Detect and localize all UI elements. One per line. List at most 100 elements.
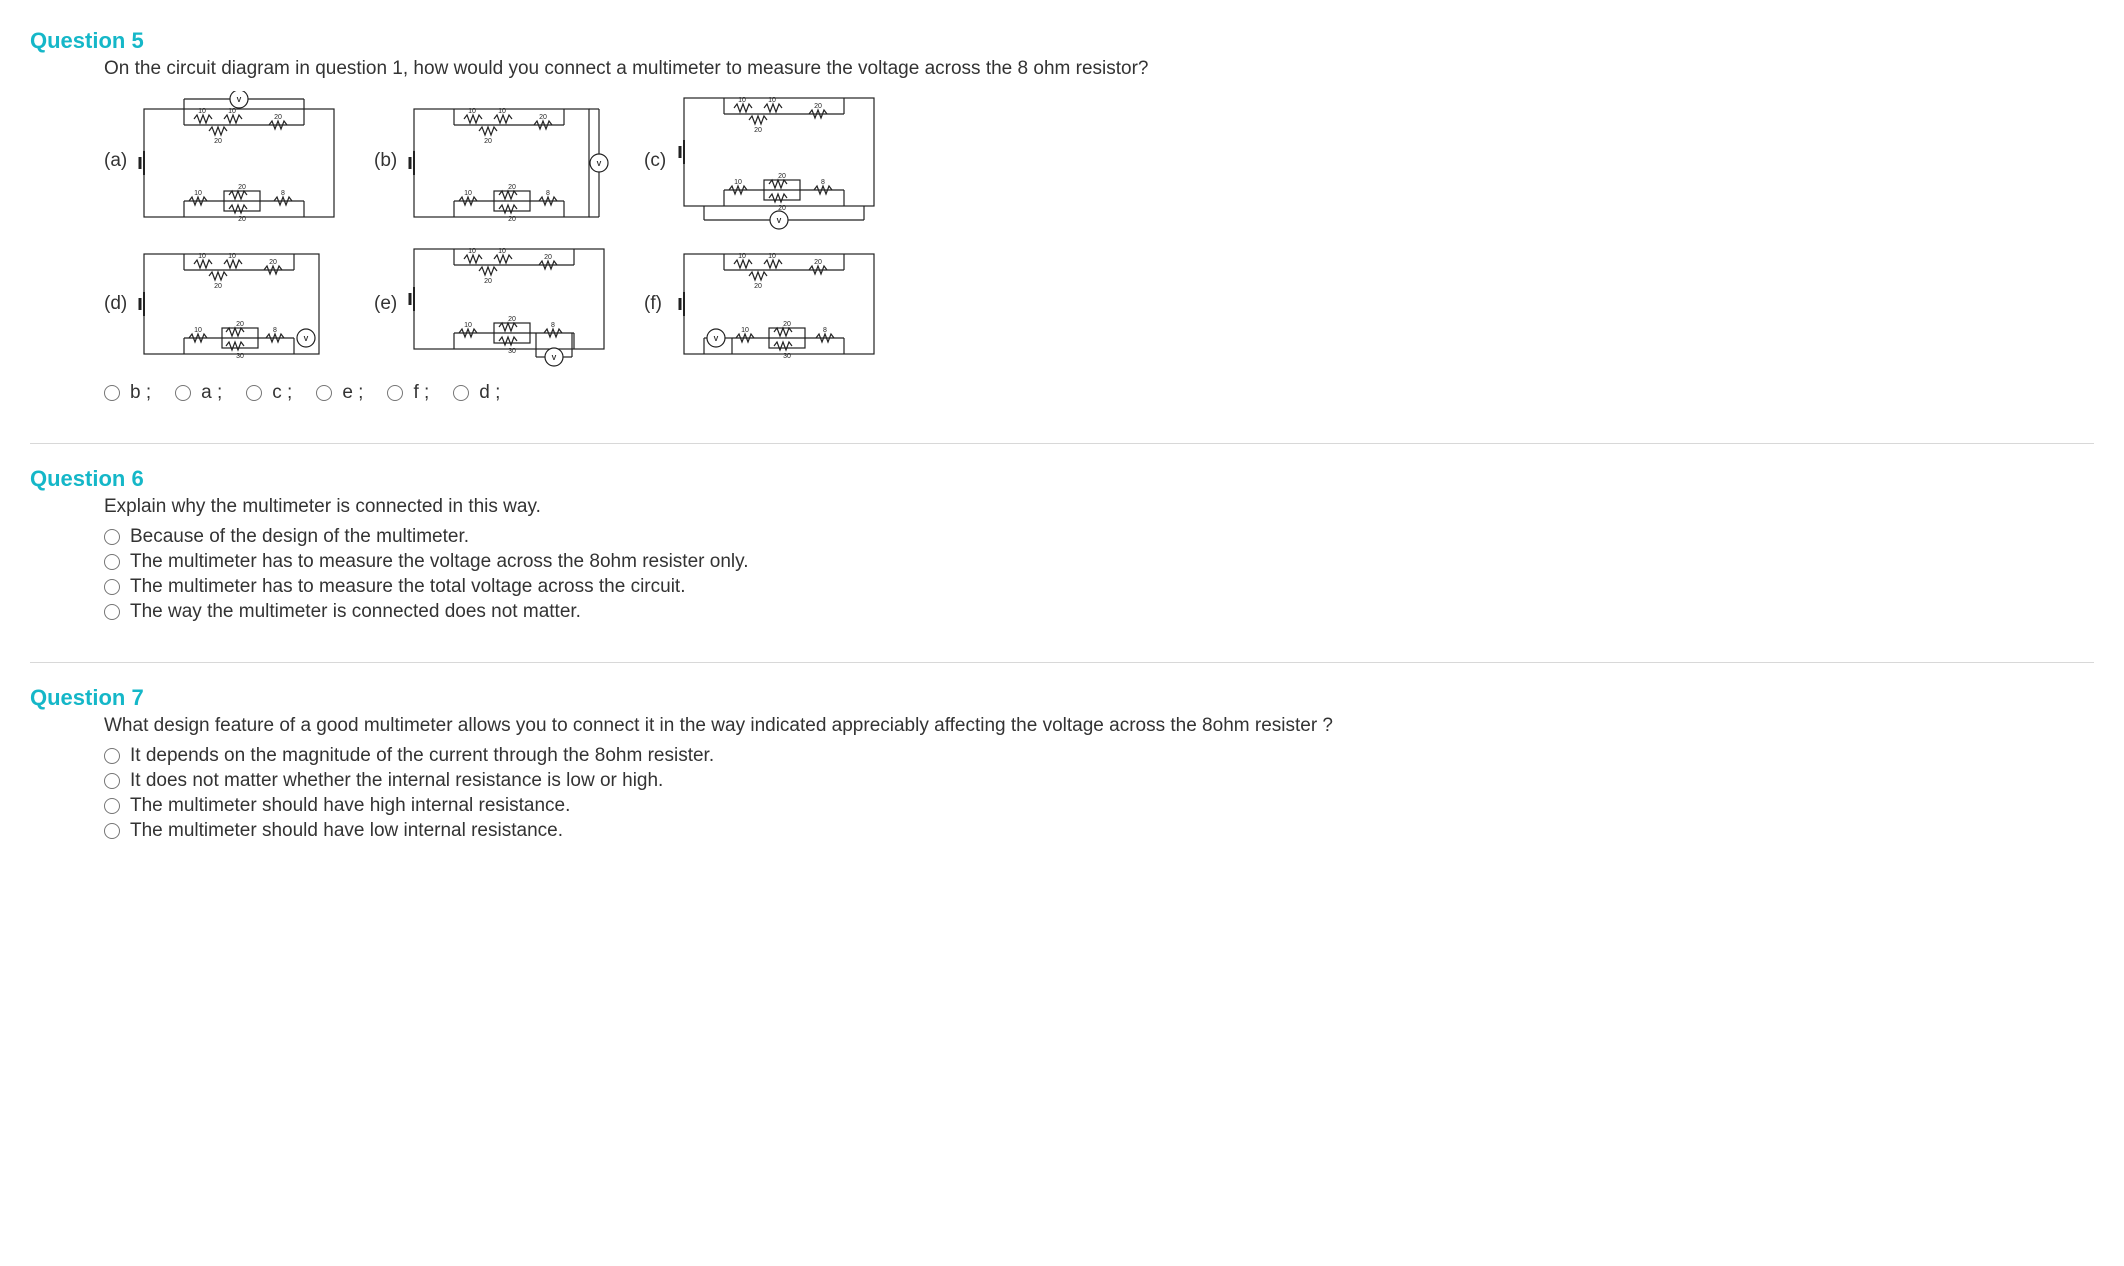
- svg-text:10: 10: [498, 248, 506, 255]
- option-label: The multimeter has to measure the voltag…: [130, 551, 748, 573]
- option-row[interactable]: The multimeter should have low internal …: [104, 820, 2094, 842]
- radio-input[interactable]: [104, 554, 120, 570]
- svg-text:20: 20: [539, 114, 547, 121]
- svg-text:20: 20: [508, 216, 516, 223]
- question-5: Question 5 On the circuit diagram in que…: [30, 20, 2094, 437]
- svg-text:8: 8: [546, 190, 550, 197]
- option-label: e ;: [342, 382, 363, 404]
- radio-input[interactable]: [246, 385, 262, 401]
- option-a[interactable]: a ;: [175, 382, 222, 404]
- option-row[interactable]: The multimeter has to measure the total …: [104, 576, 2094, 598]
- circuit-diagram-b: 1010 2020 10 2020 8 V: [404, 91, 614, 231]
- svg-text:V: V: [237, 97, 242, 104]
- circuit-diagram-a: 1010 20 20 10 20 20 8 V: [134, 91, 344, 231]
- question-title: Question 5: [30, 28, 2094, 54]
- diagram-label-e: (e): [374, 293, 404, 315]
- svg-text:10: 10: [198, 108, 206, 115]
- svg-text:8: 8: [821, 179, 825, 186]
- radio-input[interactable]: [104, 823, 120, 839]
- svg-text:20: 20: [238, 184, 246, 191]
- option-label: It does not matter whether the internal …: [130, 770, 663, 792]
- option-row[interactable]: The way the multimeter is connected does…: [104, 601, 2094, 623]
- svg-text:20: 20: [508, 316, 516, 323]
- svg-text:10: 10: [228, 108, 236, 115]
- svg-text:10: 10: [464, 190, 472, 197]
- radio-input[interactable]: [175, 385, 191, 401]
- radio-input[interactable]: [316, 385, 332, 401]
- svg-text:10: 10: [738, 253, 746, 260]
- option-row[interactable]: The multimeter has to measure the voltag…: [104, 551, 2094, 573]
- option-d[interactable]: d ;: [453, 382, 500, 404]
- svg-text:20: 20: [269, 259, 277, 266]
- radio-input[interactable]: [387, 385, 403, 401]
- option-row[interactable]: The multimeter should have high internal…: [104, 795, 2094, 817]
- svg-text:V: V: [304, 336, 309, 343]
- svg-text:20: 20: [484, 278, 492, 285]
- question-title: Question 7: [30, 685, 2094, 711]
- question-7: Question 7 What design feature of a good…: [30, 662, 2094, 875]
- svg-text:V: V: [714, 336, 719, 343]
- svg-text:20: 20: [214, 283, 222, 290]
- diagram-row: (d): [104, 239, 2094, 369]
- option-label: The multimeter has to measure the total …: [130, 576, 685, 598]
- option-label: b ;: [130, 382, 151, 404]
- circuit-diagram-c: 1010 2020 10 2020 8 V: [674, 88, 884, 233]
- option-label: a ;: [201, 382, 222, 404]
- svg-text:10: 10: [194, 190, 202, 197]
- option-c[interactable]: c ;: [246, 382, 292, 404]
- q7-options: It depends on the magnitude of the curre…: [104, 745, 2094, 842]
- svg-text:10: 10: [738, 97, 746, 104]
- radio-input[interactable]: [453, 385, 469, 401]
- diagram-label-b: (b): [374, 150, 404, 172]
- radio-input[interactable]: [104, 579, 120, 595]
- diagram-row: (a): [104, 88, 2094, 233]
- svg-text:30: 30: [783, 353, 791, 360]
- option-row[interactable]: Because of the design of the multimeter.: [104, 526, 2094, 548]
- option-label: The way the multimeter is connected does…: [130, 601, 581, 623]
- question-body: On the circuit diagram in question 1, ho…: [104, 58, 2094, 407]
- option-row[interactable]: It depends on the magnitude of the curre…: [104, 745, 2094, 767]
- diagram-label-c: (c): [644, 150, 674, 172]
- svg-text:10: 10: [768, 253, 776, 260]
- radio-input[interactable]: [104, 529, 120, 545]
- question-prompt: Explain why the multimeter is connected …: [104, 496, 2094, 518]
- svg-text:10: 10: [468, 248, 476, 255]
- svg-text:20: 20: [274, 114, 282, 121]
- radio-input[interactable]: [104, 604, 120, 620]
- question-body: Explain why the multimeter is connected …: [104, 496, 2094, 623]
- question-title: Question 6: [30, 466, 2094, 492]
- option-label: Because of the design of the multimeter.: [130, 526, 469, 548]
- svg-text:10: 10: [194, 327, 202, 334]
- svg-text:20: 20: [814, 259, 822, 266]
- option-row[interactable]: It does not matter whether the internal …: [104, 770, 2094, 792]
- question-prompt: What design feature of a good multimeter…: [104, 715, 2094, 737]
- svg-text:20: 20: [544, 254, 552, 261]
- svg-text:20: 20: [754, 127, 762, 134]
- svg-text:10: 10: [498, 108, 506, 115]
- svg-text:20: 20: [508, 184, 516, 191]
- svg-text:10: 10: [741, 327, 749, 334]
- question-body: What design feature of a good multimeter…: [104, 715, 2094, 842]
- option-label: c ;: [272, 382, 292, 404]
- question-6: Question 6 Explain why the multimeter is…: [30, 443, 2094, 656]
- option-b[interactable]: b ;: [104, 382, 151, 404]
- radio-input[interactable]: [104, 748, 120, 764]
- svg-text:20: 20: [778, 173, 786, 180]
- svg-text:20: 20: [214, 138, 222, 145]
- radio-input[interactable]: [104, 798, 120, 814]
- option-label: The multimeter should have low internal …: [130, 820, 563, 842]
- option-label: It depends on the magnitude of the curre…: [130, 745, 714, 767]
- radio-input[interactable]: [104, 385, 120, 401]
- circuit-diagram-e: 1010 2020 10 2030 8 V: [404, 239, 614, 369]
- radio-input[interactable]: [104, 773, 120, 789]
- option-label: The multimeter should have high internal…: [130, 795, 570, 817]
- diagram-label-d: (d): [104, 293, 134, 315]
- svg-text:20: 20: [783, 321, 791, 328]
- q5-options: b ; a ; c ; e ; f ; d ;: [104, 379, 2094, 407]
- option-e[interactable]: e ;: [316, 382, 363, 404]
- svg-text:20: 20: [754, 283, 762, 290]
- svg-text:10: 10: [734, 179, 742, 186]
- option-f[interactable]: f ;: [387, 382, 429, 404]
- svg-text:10: 10: [464, 322, 472, 329]
- svg-text:V: V: [597, 161, 602, 168]
